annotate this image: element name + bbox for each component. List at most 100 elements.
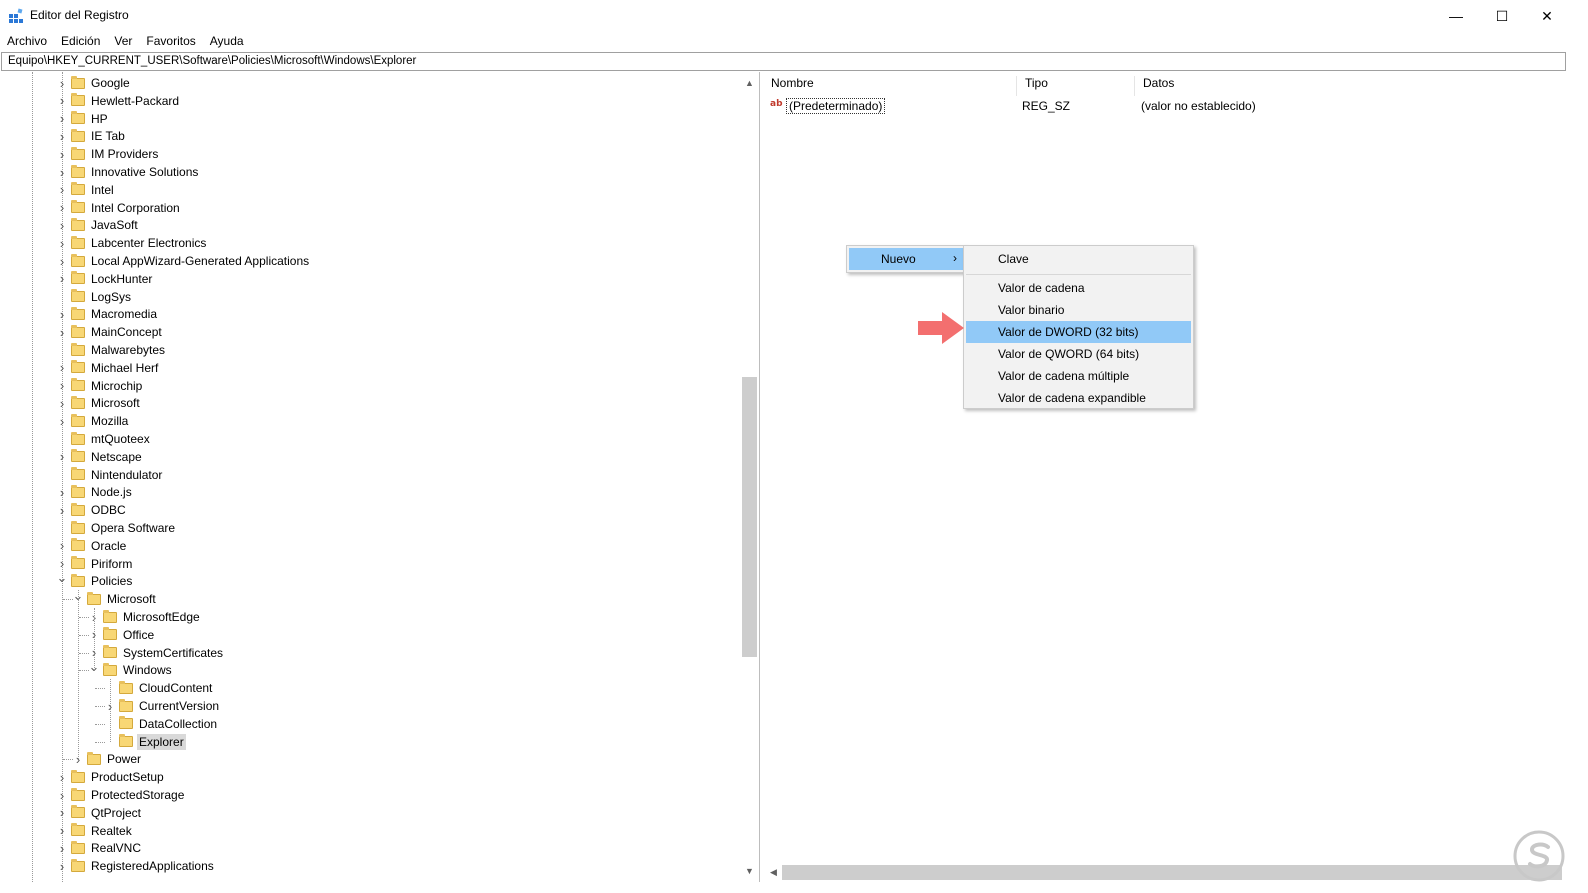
tree-node[interactable]: › Intel [55,181,116,199]
list-horizontal-scrollbar[interactable]: ◀ [763,864,1567,881]
tree-node[interactable]: › IE Tab [55,127,127,145]
chevron-right-icon[interactable]: › [55,218,69,233]
chevron-right-icon[interactable]: › [55,485,69,500]
chevron-right-icon[interactable]: › [55,788,69,803]
tree-node[interactable]: › Mozilla [55,412,130,430]
menu-archivo[interactable]: Archivo [0,32,54,51]
scroll-thumb[interactable] [782,865,1562,880]
menu-ayuda[interactable]: Ayuda [203,32,251,51]
tree-node[interactable]: › CurrentVersion [103,697,221,715]
submenu-item-valor-cadena-multiple[interactable]: Valor de cadena múltiple [966,365,1191,387]
chevron-right-icon[interactable]: › [55,271,69,286]
tree-node[interactable]: ⌄ Windows [87,659,174,679]
chevron-right-icon[interactable]: › [55,503,69,518]
tree-node[interactable]: › RegisteredApplications [55,857,216,875]
scroll-up-icon[interactable]: ▲ [741,74,758,91]
tree-node[interactable]: Opera Software [55,519,177,537]
tree-node[interactable]: ⌄ Microsoft [71,588,158,608]
chevron-right-icon[interactable]: › [55,254,69,269]
tree-node[interactable]: › Google [55,74,132,92]
tree-node[interactable]: › QtProject [55,804,143,822]
chevron-right-icon[interactable]: › [55,200,69,215]
tree-node[interactable]: › Office [87,626,156,644]
scroll-thumb[interactable] [742,377,757,657]
tree-node[interactable]: › Innovative Solutions [55,163,200,181]
tree-node[interactable]: › Realtek [55,822,134,840]
address-bar[interactable]: Equipo\HKEY_CURRENT_USER\Software\Polici… [1,52,1566,71]
tree-node[interactable]: › MainConcept [55,323,164,341]
tree-node[interactable]: › Macromedia [55,305,159,323]
menu-edicion[interactable]: Edición [54,32,107,51]
tree-node[interactable]: › Node.js [55,483,134,501]
chevron-right-icon[interactable]: › [55,378,69,393]
submenu-item-valor-qword[interactable]: Valor de QWORD (64 bits) [966,343,1191,365]
chevron-right-icon[interactable]: › [55,823,69,838]
chevron-right-icon[interactable]: › [55,449,69,464]
chevron-right-icon[interactable]: › [55,538,69,553]
submenu-item-valor-binario[interactable]: Valor binario [966,299,1191,321]
tree-node[interactable]: › Microchip [55,377,144,395]
chevron-right-icon[interactable]: › [55,396,69,411]
tree-vertical-scrollbar[interactable]: ▲ ▼ [741,72,758,882]
chevron-right-icon[interactable]: › [55,147,69,162]
submenu-item-valor-cadena-expandible[interactable]: Valor de cadena expandible [966,387,1191,409]
submenu-item-valor-de-cadena[interactable]: Valor de cadena [966,277,1191,299]
chevron-right-icon[interactable]: › [55,414,69,429]
chevron-right-icon[interactable]: › [55,182,69,197]
chevron-right-icon[interactable]: › [55,360,69,375]
tree-node[interactable]: › Labcenter Electronics [55,234,208,252]
chevron-right-icon[interactable]: › [55,165,69,180]
key-tree[interactable]: › Google › Hewlett-Packard › HP › IE Tab › IM Pro… [0,72,760,882]
column-header-name[interactable]: Nombre [763,76,1017,96]
tree-node[interactable]: mtQuoteex [55,430,152,448]
tree-node[interactable]: › MicrosoftEdge [87,608,202,626]
tree-node[interactable]: › Michael Herf [55,359,160,377]
chevron-right-icon[interactable]: › [55,859,69,874]
tree-node[interactable]: CloudContent [103,679,214,697]
values-list[interactable]: Nombre Tipo Datos ab (Predeterminado) RE… [763,72,1567,882]
tree-node[interactable]: LogSys [55,288,133,306]
tree-node[interactable]: › Local AppWizard-Generated Applications [55,252,311,270]
chevron-right-icon[interactable]: › [55,770,69,785]
chevron-right-icon[interactable]: › [55,76,69,91]
tree-node[interactable]: › ProductSetup [55,768,166,786]
chevron-right-icon[interactable]: › [55,307,69,322]
chevron-right-icon[interactable]: › [55,129,69,144]
tree-node[interactable]: › LockHunter [55,270,154,288]
tree-node[interactable]: › Oracle [55,537,128,555]
menu-favoritos[interactable]: Favoritos [139,32,202,51]
chevron-right-icon[interactable]: › [55,325,69,340]
tree-node[interactable]: ⌄ Policies [55,570,134,590]
tree-node[interactable]: › Netscape [55,448,144,466]
submenu-item-valor-dword[interactable]: Valor de DWORD (32 bits) [966,321,1191,343]
chevron-right-icon[interactable]: › [55,93,69,108]
scroll-down-icon[interactable]: ▼ [741,862,758,879]
tree-node[interactable]: › IM Providers [55,145,160,163]
menu-ver[interactable]: Ver [107,32,139,51]
tree-node[interactable]: › SystemCertificates [87,644,225,662]
value-name[interactable]: (Predeterminado) [786,98,886,114]
tree-node[interactable]: › ODBC [55,501,128,519]
chevron-down-icon[interactable]: ⌄ [55,570,69,585]
tree-node[interactable]: › Power [71,750,143,768]
tree-node[interactable]: DataCollection [103,715,219,733]
column-header-type[interactable]: Tipo [1017,76,1135,96]
chevron-right-icon[interactable]: › [55,841,69,856]
column-header-data[interactable]: Datos [1135,76,1567,96]
tree-node[interactable]: › ProtectedStorage [55,786,186,804]
tree-node[interactable]: › HP [55,110,110,128]
tree-node[interactable]: › JavaSoft [55,216,140,234]
tree-node[interactable]: Explorer [103,733,186,751]
scroll-left-icon[interactable]: ◀ [765,864,782,881]
tree-node[interactable]: › RealVNC [55,839,143,857]
chevron-right-icon[interactable]: › [55,236,69,251]
close-button[interactable]: ✕ [1524,0,1570,32]
chevron-right-icon[interactable]: › [55,556,69,571]
tree-node[interactable]: › Microsoft [55,394,142,412]
minimize-button[interactable]: — [1433,0,1479,32]
maximize-button[interactable]: ☐ [1479,0,1525,32]
tree-node[interactable]: › Hewlett-Packard [55,92,181,110]
menu-item-nuevo[interactable]: Nuevo › [849,248,964,270]
tree-node[interactable]: Nintendulator [55,466,164,484]
tree-node[interactable]: › Intel Corporation [55,199,182,217]
